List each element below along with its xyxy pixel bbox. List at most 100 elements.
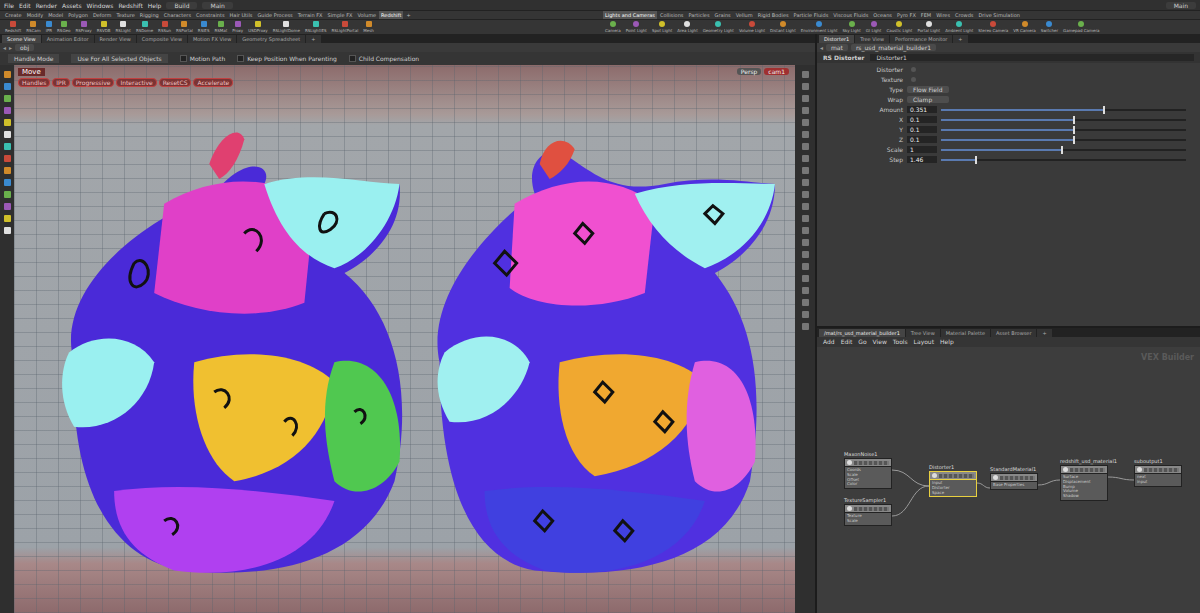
shelf-tab[interactable]: Crowds [953,11,975,19]
pane-tab[interactable]: Performance Monitor [890,35,952,43]
pane-tab[interactable]: + [306,35,320,43]
slider-handle[interactable] [1073,116,1075,124]
pane-tab[interactable]: Geometry Spreadsheet [237,35,305,43]
display-icon[interactable] [802,251,809,258]
pane-tab[interactable]: Material Palette [941,329,990,337]
render-button[interactable]: Interactive [116,78,156,87]
shelf-tab[interactable]: Lights and Cameras [603,11,657,19]
render-button[interactable]: IPR [52,78,70,87]
display-icon[interactable] [802,287,809,294]
network-node[interactable]: redshift_usd_material1SurfaceDisplacemen… [1060,458,1108,501]
shelf-tab[interactable]: Hair Utils [228,11,255,19]
wire[interactable] [1038,480,1060,485]
shelf-tool[interactable]: Portal Light [915,20,942,34]
slider-track[interactable] [941,129,1186,131]
pane-tab[interactable]: Tree View [906,329,940,337]
menu-item[interactable]: Render [36,2,57,9]
back-icon[interactable]: ◂ [3,44,6,51]
shelf-tool[interactable]: Environment Light [799,20,840,34]
shelf-tab[interactable]: Simple FX [326,11,355,19]
shelf-tool[interactable]: Gamepad Camera [1061,20,1101,34]
shelf-tab[interactable]: Create [3,11,24,19]
network-node[interactable]: Distorter1InputDistorterSpace [929,464,977,497]
display-icon[interactable] [802,227,809,234]
render-button[interactable]: Progressive [72,78,115,87]
slider-track[interactable] [941,119,1186,121]
shelf-tool[interactable]: RSPortal [174,20,195,34]
display-icon[interactable] [802,167,809,174]
view-menu[interactable]: Persp [737,68,762,75]
shelf-tool[interactable]: RSCam [24,20,42,34]
tool-icon[interactable] [4,83,11,90]
parameter-field[interactable]: 1 [907,146,937,153]
tool-icon[interactable] [4,71,11,78]
display-icon[interactable] [802,263,809,270]
shelf-tool[interactable]: Spot Light [650,20,674,34]
tool-icon[interactable] [4,131,11,138]
network-node[interactable]: StandardMaterial1Base Properties [990,466,1038,490]
shelf-tool[interactable]: RSLightIES [303,20,329,34]
wire[interactable] [892,470,929,486]
shelf-tab[interactable]: Collisions [658,11,686,19]
node-port[interactable]: Base Properties [993,483,1035,488]
display-icon[interactable] [802,239,809,246]
shelf-tool[interactable]: RSMat [212,20,229,34]
shelf-tab[interactable]: Characters [162,11,193,19]
display-icon[interactable] [802,323,809,330]
shelf-tab[interactable]: Vellum [734,11,755,19]
pane-tab[interactable]: + [1037,329,1051,337]
shelf-tab[interactable]: Deform [91,11,114,19]
shelf-tab[interactable]: Modify [25,11,46,19]
path-chip[interactable]: rs_usd_material_builder1 [851,44,936,51]
shelf-tab[interactable]: Polygon [66,11,90,19]
parameter-field[interactable]: 0.1 [907,116,937,123]
shelf-tool[interactable]: Volume Light [737,20,767,34]
camera-menu[interactable]: cam1 [764,68,789,75]
display-icon[interactable] [802,299,809,306]
slider-handle[interactable] [1061,146,1063,154]
node-port[interactable]: Color [847,482,889,487]
tool-icon[interactable] [4,167,11,174]
node-name-field[interactable]: Distorter1 [870,54,1194,61]
link-icon[interactable] [911,77,916,82]
slider-track[interactable] [941,159,1186,161]
display-icon[interactable] [802,203,809,210]
toolbar-button[interactable]: Handle Mode [8,54,59,63]
pane-tab[interactable]: + [953,35,967,43]
shelf-tool[interactable]: GI Light [864,20,884,34]
shelf-tab[interactable]: Texture [114,11,136,19]
shelf-tool[interactable]: RSIES [196,20,212,34]
shelf-tool[interactable]: Sky Light [841,20,863,34]
pane-tab[interactable]: Distorter1 [819,35,854,43]
display-icon[interactable] [802,179,809,186]
shelf-tab[interactable]: Rigid Bodies [756,11,791,19]
parameter-field[interactable]: 1.46 [907,156,937,163]
display-icon[interactable] [802,191,809,198]
context-selector[interactable]: Main [202,2,232,9]
shelf-tool[interactable]: RSLight [114,20,133,34]
shelf-tool[interactable]: RSLightDome [271,20,302,34]
shelf-tab[interactable]: Wires [934,11,952,19]
render-button[interactable]: ResetCS [159,78,192,87]
menu-item[interactable]: Layout [914,338,934,346]
pane-tab[interactable]: /mat/rs_usd_material_builder1 [819,329,905,337]
display-icon[interactable] [802,71,809,78]
parameter-field[interactable]: 0.1 [907,126,937,133]
right-context-selector[interactable]: Main [1166,2,1196,9]
shelf-tool[interactable]: Proxy [230,20,245,34]
tool-icon[interactable] [4,143,11,150]
parameter-field[interactable]: 0.351 [907,106,937,113]
tool-icon[interactable] [4,107,11,114]
shelf-tool[interactable]: RSLightPortal [329,20,360,34]
node-port[interactable]: input [1137,480,1179,485]
shelf-tab[interactable]: Viscous Fluids [831,11,870,19]
network-node[interactable]: suboutput1nextinput [1134,458,1182,487]
tool-icon[interactable] [4,191,11,198]
shelf-tab[interactable]: Constraints [194,11,227,19]
desktop-selector[interactable]: Build [166,2,197,9]
shelf-tab[interactable]: Model [46,11,65,19]
shelf-tab[interactable]: Redshift [379,11,403,19]
network-canvas[interactable]: VEX BuilderMaxonNoise1CoordsScaleOffsetC… [817,347,1200,613]
menu-item[interactable]: Windows [87,2,114,9]
shelf-tab[interactable]: Volume [355,11,378,19]
